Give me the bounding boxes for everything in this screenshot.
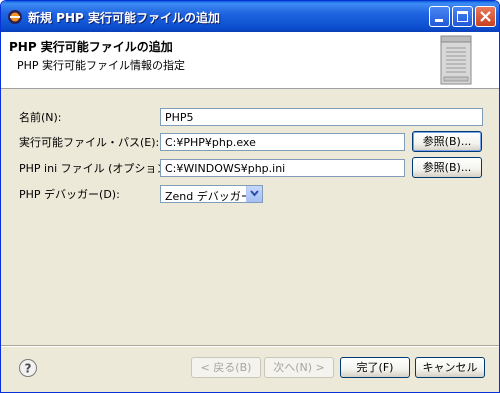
- page-title: PHP 実行可能ファイルの追加: [9, 40, 173, 54]
- name-label: 名前(N):: [19, 111, 62, 124]
- dialog-window: 新規 PHP 実行可能ファイルの追加 PHP 実行可能ファイルの追加 PHP 実…: [0, 0, 500, 393]
- executable-path-input[interactable]: C:¥PHP¥php.exe: [160, 133, 405, 151]
- debugger-select[interactable]: Zend デバッガー: [160, 185, 263, 203]
- debugger-label: PHP デバッガー(D):: [19, 188, 120, 201]
- footer-separator: [1, 345, 499, 347]
- minimize-icon: [435, 19, 443, 22]
- executable-browse-button[interactable]: 参照(B)...: [412, 131, 482, 152]
- chevron-down-icon: [250, 190, 259, 197]
- executable-path-label: 実行可能ファイル・パス(E):: [19, 136, 160, 149]
- next-button[interactable]: 次へ(N) >: [264, 357, 334, 378]
- page-description: PHP 実行可能ファイル情報の指定: [17, 59, 186, 72]
- close-icon: [480, 11, 491, 22]
- svg-text:?: ?: [25, 362, 32, 376]
- window-title: 新規 PHP 実行可能ファイルの追加: [28, 11, 220, 25]
- maximize-icon: [457, 11, 468, 22]
- server-icon: [440, 35, 472, 85]
- maximize-button[interactable]: [452, 6, 473, 27]
- minimize-button[interactable]: [429, 6, 450, 27]
- ini-file-input[interactable]: C:¥WINDOWS¥php.ini: [160, 159, 405, 177]
- name-input[interactable]: PHP5: [160, 108, 483, 126]
- back-button[interactable]: < 戻る(B): [191, 357, 261, 378]
- executable-form: 名前(N): PHP5 実行可能ファイル・パス(E): C:¥PHP¥php.e…: [1, 90, 499, 345]
- eclipse-app-icon: [8, 10, 22, 24]
- debugger-selected-value: Zend デバッガー: [165, 190, 252, 203]
- ini-browse-button[interactable]: 参照(B)...: [412, 157, 482, 178]
- wizard-banner: PHP 実行可能ファイルの追加 PHP 実行可能ファイル情報の指定: [1, 32, 499, 89]
- close-button[interactable]: [475, 6, 496, 27]
- finish-button[interactable]: 完了(F): [340, 357, 410, 378]
- title-bar[interactable]: 新規 PHP 実行可能ファイルの追加: [1, 1, 499, 32]
- help-icon[interactable]: ?: [18, 358, 38, 378]
- dropdown-button[interactable]: [246, 186, 262, 202]
- cancel-button[interactable]: キャンセル: [415, 357, 485, 378]
